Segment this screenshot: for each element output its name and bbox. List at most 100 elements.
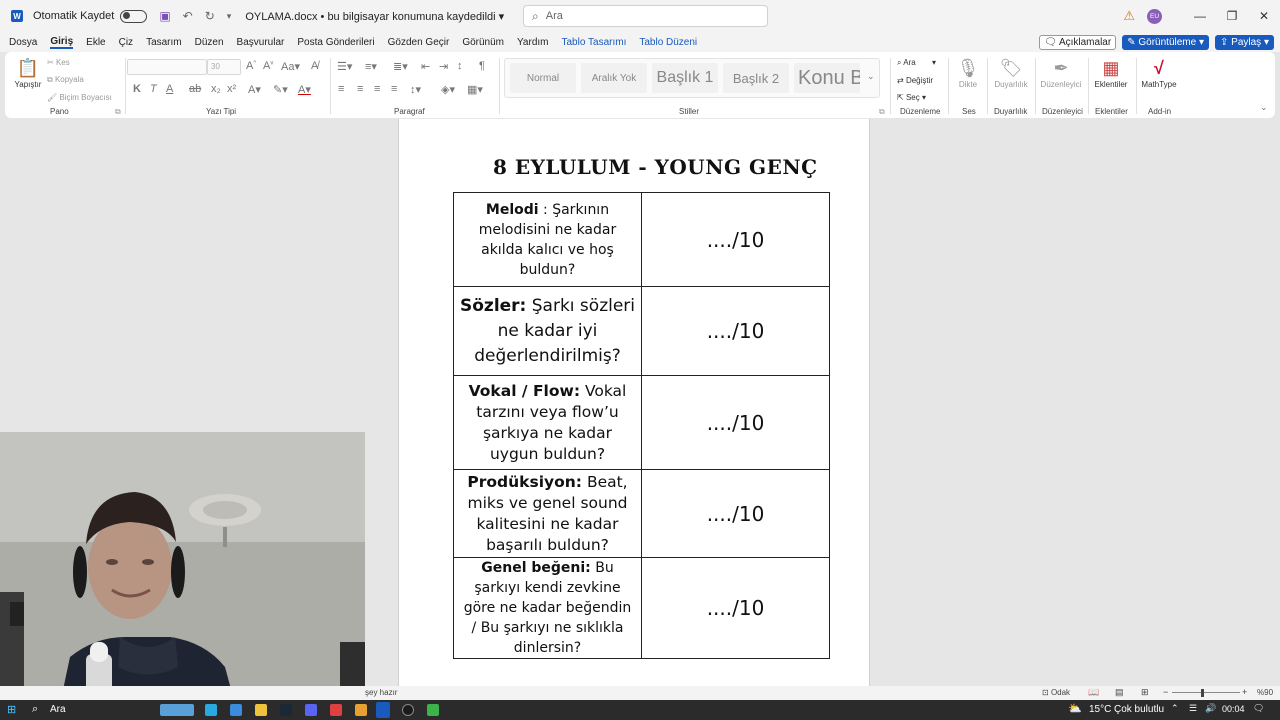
zoom-slider-track[interactable] (1172, 692, 1240, 693)
borders-icon[interactable]: ▦▾ (467, 83, 483, 96)
font-color-icon[interactable]: A▾ (298, 83, 311, 96)
criterion-cell[interactable]: Prodüksiyon: Beat, miks ve genel sound k… (453, 469, 642, 558)
styles-more-icon[interactable]: ⌄ (867, 71, 875, 82)
avatar[interactable]: EU (1147, 8, 1162, 24)
steam-icon[interactable] (280, 704, 292, 716)
word-taskbar-icon[interactable] (376, 702, 390, 718)
tab-tablo-duzeni[interactable]: Tablo Düzeni (639, 37, 697, 48)
shading-icon[interactable]: ◈▾ (441, 83, 455, 96)
text-effects-icon[interactable]: A▾ (248, 83, 261, 96)
format-painter-button[interactable]: 🖌 Biçim Boyacısı (47, 93, 112, 102)
taskbar-search-icon[interactable]: ⌕ (32, 703, 38, 716)
rating-table[interactable]: Melodi : Şarkının melodisini ne kadar ak… (453, 192, 830, 659)
align-left-icon[interactable]: ≡ (338, 83, 344, 95)
tab-tablo-tasarimi[interactable]: Tablo Tasarımı (562, 37, 627, 48)
highlight-icon[interactable]: ✎▾ (273, 83, 288, 96)
strikethrough-icon[interactable]: ab (189, 83, 201, 95)
criterion-cell[interactable]: Vokal / Flow: Vokal tarzını veya flow’u … (453, 375, 642, 470)
change-case-icon[interactable]: Aa▾ (281, 60, 300, 73)
zoom-out-icon[interactable]: − (1163, 687, 1168, 697)
minimize-button[interactable]: — (1184, 9, 1216, 23)
font-size-select[interactable]: 30 (207, 59, 241, 75)
dictate-button[interactable]: 🎙 Dikte (955, 58, 981, 89)
editor-button[interactable]: ✒ Düzenleyici (1039, 58, 1083, 89)
superscript-icon[interactable]: x² (227, 83, 236, 95)
select-button[interactable]: ⇱ Seç ▾ (897, 93, 926, 102)
justify-icon[interactable]: ≡ (391, 83, 397, 95)
sensitivity-button[interactable]: 🏷 Duyarlılık (991, 58, 1031, 89)
focus-button[interactable]: ⊡ Odak (1042, 688, 1070, 697)
increase-indent-icon[interactable]: ⇥ (439, 60, 448, 73)
windows-start-icon[interactable]: ⊞ (7, 703, 16, 716)
weather-temp[interactable]: 15°C (1089, 704, 1111, 715)
sort-icon[interactable]: ↕ (457, 60, 463, 72)
collapse-ribbon-icon[interactable]: ⌄ (1260, 102, 1268, 113)
file-explorer-icon[interactable] (255, 704, 267, 716)
maximize-button[interactable]: ❐ (1216, 9, 1248, 23)
tab-posta[interactable]: Posta Gönderileri (297, 37, 374, 48)
grow-font-icon[interactable]: A^ (246, 60, 256, 72)
web-layout-icon[interactable]: ⊞ (1141, 687, 1149, 698)
weather-text[interactable]: Çok bulutlu (1114, 704, 1164, 715)
score-cell[interactable]: ..../10 (641, 469, 830, 558)
zoom-level[interactable]: %90 (1257, 688, 1273, 697)
style-normal[interactable]: Normal (510, 63, 576, 93)
subscript-icon[interactable]: x₂ (211, 83, 221, 95)
tab-gozden-gecir[interactable]: Gözden Geçir (388, 37, 450, 48)
read-mode-icon[interactable]: 📖 (1088, 687, 1099, 698)
warning-icon[interactable]: ⚠ (1123, 8, 1135, 24)
undo-icon[interactable]: ↶ (183, 9, 193, 23)
print-layout-icon[interactable]: ▤ (1115, 687, 1124, 698)
style-title[interactable]: Konu B (794, 63, 860, 93)
align-center-icon[interactable]: ≡ (357, 83, 363, 95)
pano-launcher-icon[interactable]: ⧉ (115, 107, 121, 117)
tab-giris[interactable]: Giriş (50, 36, 74, 49)
zoom-slider-thumb[interactable] (1201, 689, 1204, 697)
document-title[interactable]: OYLAMA.docx • bu bilgisayar konumuna kay… (245, 10, 504, 23)
decrease-indent-icon[interactable]: ⇤ (421, 60, 430, 73)
autosave-toggle[interactable] (120, 9, 148, 23)
taskbar-search-label[interactable]: Ara (50, 704, 66, 715)
score-cell[interactable]: ..../10 (641, 192, 830, 287)
paste-button[interactable]: 📋 Yapıştır (13, 58, 43, 89)
tab-yardim[interactable]: Yardım (517, 37, 549, 48)
find-button[interactable]: ⌕ Ara ▾ (897, 58, 936, 68)
show-marks-icon[interactable]: ¶ (479, 60, 485, 72)
tab-basvurular[interactable]: Başvurular (237, 37, 285, 48)
criterion-cell[interactable]: Sözler: Şarkı sözleri ne kadar iyi değer… (453, 286, 642, 376)
styles-launcher-icon[interactable]: ⧉ (879, 107, 885, 117)
font-name-select[interactable] (127, 59, 207, 75)
score-cell[interactable]: ..../10 (641, 286, 830, 376)
numbering-icon[interactable]: ≡▾ (365, 60, 377, 73)
customize-toolbar-icon[interactable]: ▾ (227, 11, 232, 22)
tab-gorunum[interactable]: Görünüm (462, 37, 504, 48)
volume-icon[interactable]: 🔊 (1205, 703, 1216, 714)
line-spacing-icon[interactable]: ↕▾ (410, 83, 421, 96)
align-right-icon[interactable]: ≡ (374, 83, 380, 95)
app-green-icon[interactable] (427, 704, 439, 716)
replace-button[interactable]: ⇄ Değiştir (897, 76, 933, 85)
view-mode-button[interactable]: ✎ Görüntüleme ▾ (1122, 34, 1209, 50)
network-icon[interactable]: ☰ (1189, 703, 1197, 714)
tab-dosya[interactable]: Dosya (9, 37, 37, 48)
copy-button[interactable]: ⧉ Kopyala (47, 75, 84, 85)
italic-icon[interactable]: T (150, 83, 157, 95)
share-button[interactable]: ⇪ Paylaş ▾ (1215, 34, 1274, 50)
app-orange-icon[interactable] (355, 704, 367, 716)
zoom-in-icon[interactable]: + (1242, 687, 1247, 697)
score-cell[interactable]: ..../10 (641, 375, 830, 470)
criterion-cell[interactable]: Melodi : Şarkının melodisini ne kadar ak… (453, 192, 642, 287)
save-icon[interactable]: ▣ (159, 9, 170, 23)
multilevel-list-icon[interactable]: ≣▾ (393, 60, 408, 73)
redo-icon[interactable]: ↻ (205, 9, 215, 23)
addins-button[interactable]: ▦ Eklentiler (1091, 58, 1131, 89)
tray-chevron-icon[interactable]: ⌃ (1171, 703, 1179, 714)
obs-icon[interactable] (402, 704, 414, 716)
weather-icon[interactable]: ⛅ (1068, 702, 1082, 715)
tab-tasarim[interactable]: Tasarım (146, 37, 182, 48)
bullets-icon[interactable]: ☰▾ (337, 60, 352, 73)
clock-time[interactable]: 00:04 (1222, 704, 1245, 714)
style-heading-1[interactable]: Başlık 1 (652, 63, 718, 93)
mathtype-button[interactable]: √ MathType (1139, 58, 1179, 89)
criterion-cell[interactable]: Genel beğeni: Bu şarkıyı kendi zevkine g… (453, 557, 642, 659)
